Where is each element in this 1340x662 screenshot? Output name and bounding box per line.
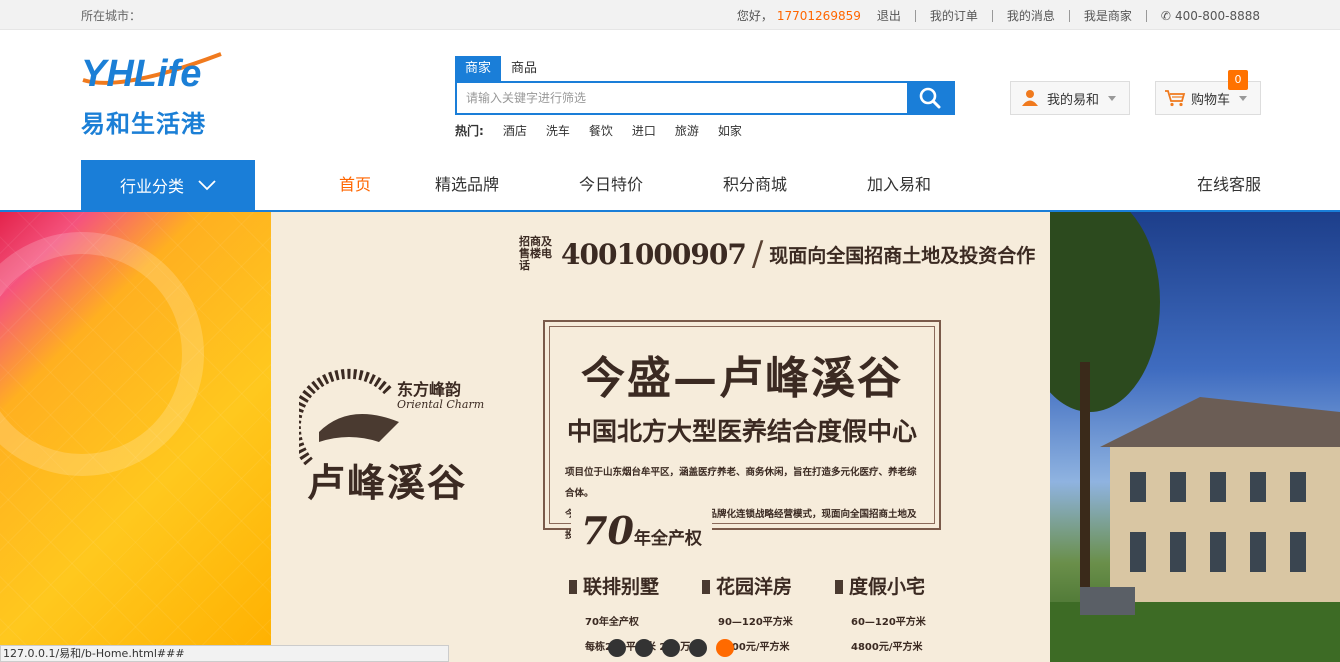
banner-brand-logo: 东方峰韵 Oriental Charm 卢峰溪谷 [299,362,499,512]
hotline-number: 400-800-8888 [1174,8,1260,23]
search-icon [919,87,941,109]
search-tab-merchant[interactable]: 商家 [455,56,502,81]
hot-keyword[interactable]: 酒店 [503,122,527,139]
search-tab-product[interactable]: 商品 [501,56,547,81]
nav-item-join[interactable]: 加入易和 [844,160,954,210]
banner-left-decoration [0,212,271,662]
hot-label: 热门: [455,124,484,138]
banner-tel-desc: 现面向全国招商土地及投资合作 [769,244,1036,267]
banner-years: 70年全产权 [571,508,712,553]
banner-tel-number: 4001000907 [561,237,747,271]
banner-years-number: 70 [581,508,634,553]
hero-banner[interactable]: 招商及售楼电话 4001000907 / 现面向全国招商土地及投资合作 东方峰韵… [0,212,1340,662]
chevron-down-icon [198,180,216,191]
banner-subtitle: 中国北方大型医养结合度假中心 [566,417,917,446]
divider [1068,9,1070,22]
search-area: 商家 商品 热门: 酒店 洗车 餐饮 进口 旅游 如家 [455,56,955,139]
divider [1145,9,1147,22]
hot-keyword[interactable]: 洗车 [546,122,570,139]
banner-slash: / [751,234,764,274]
property-type-name: 花园洋房 [702,572,835,599]
banner-brand-cn: 东方峰韵 [397,380,462,399]
main-nav: 行业分类 首页 精选品牌 今日特价 积分商城 加入易和 在线客服 [0,160,1340,212]
banner-right-villa-photo [1050,212,1340,662]
my-account-button[interactable]: 我的易和 [1010,81,1130,115]
property-type: 度假小宅 60—120平方米 4800元/平方米 [835,572,968,653]
banner-years-suffix: 年全产权 [633,529,702,549]
chevron-down-icon [1108,95,1117,101]
logo-mark: YHLife [81,52,222,95]
phone-icon: ✆ [1160,8,1171,23]
banner-tel-line: 招商及售楼电话 4001000907 / 现面向全国招商土地及投资合作 [519,234,1035,274]
top-links: 您好， 17701269859 退出 我的订单 我的消息 我是商家 ✆ 400-… [737,7,1260,24]
banner-title-frame: 今盛—卢峰溪谷 中国北方大型医养结合度假中心 项目位于山东烟台牟平区，涵盖医疗养… [543,320,941,541]
property-type-name: 度假小宅 [835,572,968,599]
cart-count-badge: 0 [1228,70,1248,90]
search-input[interactable] [457,83,907,113]
nav-item-deals[interactable]: 今日特价 [556,160,666,210]
hot-keyword[interactable]: 旅游 [675,122,699,139]
hot-keywords: 热门: 酒店 洗车 餐饮 进口 旅游 如家 [455,122,955,139]
hot-keyword[interactable]: 如家 [718,122,742,139]
slider-dot[interactable] [689,639,707,657]
nav-item-points-mall[interactable]: 积分商城 [700,160,810,210]
nav-item-home[interactable]: 首页 [300,160,410,210]
online-service-link[interactable]: 在线客服 [1197,160,1261,210]
user-icon [1022,90,1038,106]
property-type-detail: 90—120平方米 [718,617,793,628]
property-type-detail: 70年全产权 [585,617,639,628]
property-type-name: 联排别墅 [569,572,702,599]
greeting-text: 您好， [736,9,773,23]
banner-ad[interactable]: 招商及售楼电话 4001000907 / 现面向全国招商土地及投资合作 东方峰韵… [271,212,1050,662]
banner-title: 今盛—卢峰溪谷 [581,353,903,404]
my-messages-link[interactable]: 我的消息 [1007,7,1055,24]
search-tabs: 商家 商品 [455,56,955,81]
merchant-link[interactable]: 我是商家 [1084,7,1132,24]
slider-dots [608,639,743,657]
city-selector[interactable]: 所在城市： [81,7,141,24]
user-phone[interactable]: 17701269859 [777,9,861,23]
search-button[interactable] [907,83,953,113]
slider-dot[interactable] [608,639,626,657]
logo-chinese-text: 易和生活港 [81,110,206,138]
divider [914,9,916,22]
hot-keyword[interactable]: 进口 [632,122,656,139]
nav-items: 首页 精选品牌 今日特价 积分商城 加入易和 [300,160,988,210]
cart-label: 购物车 [1191,92,1231,108]
banner-brand-name: 卢峰溪谷 [307,460,468,505]
divider [991,9,993,22]
villa-illustration [1050,212,1340,662]
banner-brand-en: Oriental Charm [397,398,485,411]
my-account-label: 我的易和 [1047,92,1100,108]
slider-dot-active[interactable] [716,639,734,657]
category-menu-button[interactable]: 行业分类 [81,160,255,210]
category-label: 行业分类 [119,177,184,196]
search-box [455,81,955,115]
slider-dot[interactable] [662,639,680,657]
chevron-down-icon [1239,95,1248,101]
cart-icon [1165,90,1186,107]
slider-dot[interactable] [635,639,653,657]
browser-status-url: 127.0.0.1/易和/b-Home.html### [0,645,449,662]
top-bar: 所在城市： 您好， 17701269859 退出 我的订单 我的消息 我是商家 … [0,0,1340,30]
property-type-detail: 60—120平方米 [851,617,926,628]
my-orders-link[interactable]: 我的订单 [930,7,978,24]
logo-latin-text: YHLife [81,53,201,95]
logout-link[interactable]: 退出 [877,7,901,24]
banner-desc-line: 项目位于山东烟台牟平区，涵盖医疗养老、商务休闲，旨在打造多元化医疗、养老综合体。 [565,467,917,499]
property-type-price: 4800元/平方米 [851,642,923,653]
banner-tel-label: 招商及售楼电话 [519,235,552,272]
hot-keyword[interactable]: 餐饮 [589,122,613,139]
site-logo[interactable]: YHLife 易和生活港 [81,52,226,142]
nav-item-brands[interactable]: 精选品牌 [412,160,522,210]
